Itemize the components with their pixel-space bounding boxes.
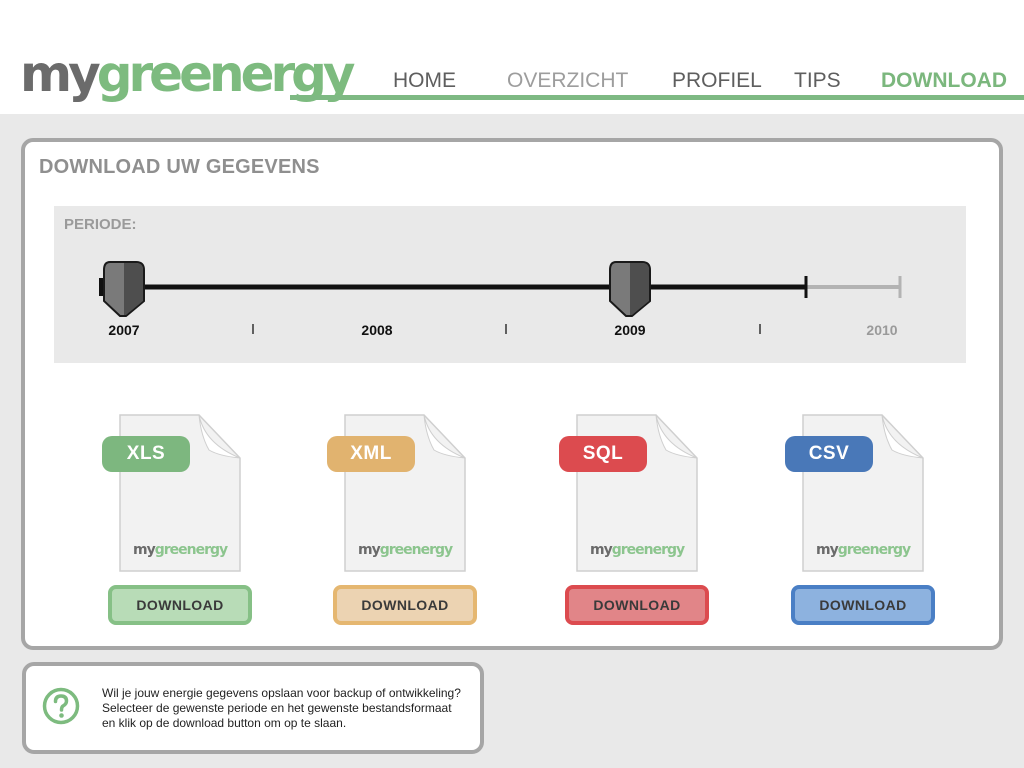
doc-logo: mygreenergy bbox=[133, 542, 228, 558]
nav-download[interactable]: DOWNLOAD bbox=[881, 68, 1007, 94]
year-label-2009: 2009 bbox=[614, 322, 646, 338]
download-xml-button[interactable]: DOWNLOAD bbox=[333, 585, 477, 625]
file-card-xls: XLS mygreenergy DOWNLOAD bbox=[102, 414, 299, 634]
download-csv-button[interactable]: DOWNLOAD bbox=[791, 585, 935, 625]
help-line: Selecteer de gewenste periode en het gew… bbox=[102, 701, 452, 715]
file-type-badge-sql: SQL bbox=[559, 436, 647, 472]
doc-logo: mygreenergy bbox=[358, 542, 453, 558]
year-label-2007: 2007 bbox=[108, 322, 140, 338]
download-xls-button[interactable]: DOWNLOAD bbox=[108, 585, 252, 625]
file-card-sql: SQL mygreenergy DOWNLOAD bbox=[559, 414, 756, 634]
slider-handle-start[interactable] bbox=[103, 261, 145, 317]
nav-overzicht[interactable]: OVERZICHT bbox=[507, 68, 628, 94]
help-text: Wil je jouw energie gegevens opslaan voo… bbox=[102, 686, 472, 731]
period-slider[interactable] bbox=[54, 206, 966, 363]
nav-profiel[interactable]: PROFIEL bbox=[672, 68, 762, 94]
doc-logo: mygreenergy bbox=[816, 542, 911, 558]
help-line: en klik op de download button om op te s… bbox=[102, 716, 347, 730]
doc-logo: mygreenergy bbox=[590, 542, 685, 558]
file-type-badge-xls: XLS bbox=[102, 436, 190, 472]
header-divider bbox=[290, 95, 1024, 100]
nav-home[interactable]: HOME bbox=[393, 68, 456, 94]
file-type-badge-xml: XML bbox=[327, 436, 415, 472]
header: mygreenergy HOME OVERZICHT PROFIEL TIPS … bbox=[0, 0, 1024, 114]
logo-part-my: my bbox=[20, 45, 101, 103]
file-card-xml: XML mygreenergy DOWNLOAD bbox=[327, 414, 524, 634]
period-selector: PERIODE: 2007 2008 2009 2010 bbox=[54, 206, 966, 363]
question-circle-icon bbox=[42, 687, 80, 725]
panel-title: DOWNLOAD UW GEGEVENS bbox=[39, 156, 320, 178]
file-type-badge-csv: CSV bbox=[785, 436, 873, 472]
help-box: Wil je jouw energie gegevens opslaan voo… bbox=[22, 662, 484, 754]
download-sql-button[interactable]: DOWNLOAD bbox=[565, 585, 709, 625]
nav-tips[interactable]: TIPS bbox=[794, 68, 841, 94]
help-line: Wil je jouw energie gegevens opslaan voo… bbox=[102, 686, 461, 700]
year-label-2008: 2008 bbox=[361, 322, 393, 338]
download-panel: DOWNLOAD UW GEGEVENS PERIODE: 2007 2008 … bbox=[21, 138, 1003, 650]
year-label-2010: 2010 bbox=[866, 322, 898, 338]
slider-handle-end[interactable] bbox=[609, 261, 651, 317]
file-card-csv: CSV mygreenergy DOWNLOAD bbox=[785, 414, 982, 634]
